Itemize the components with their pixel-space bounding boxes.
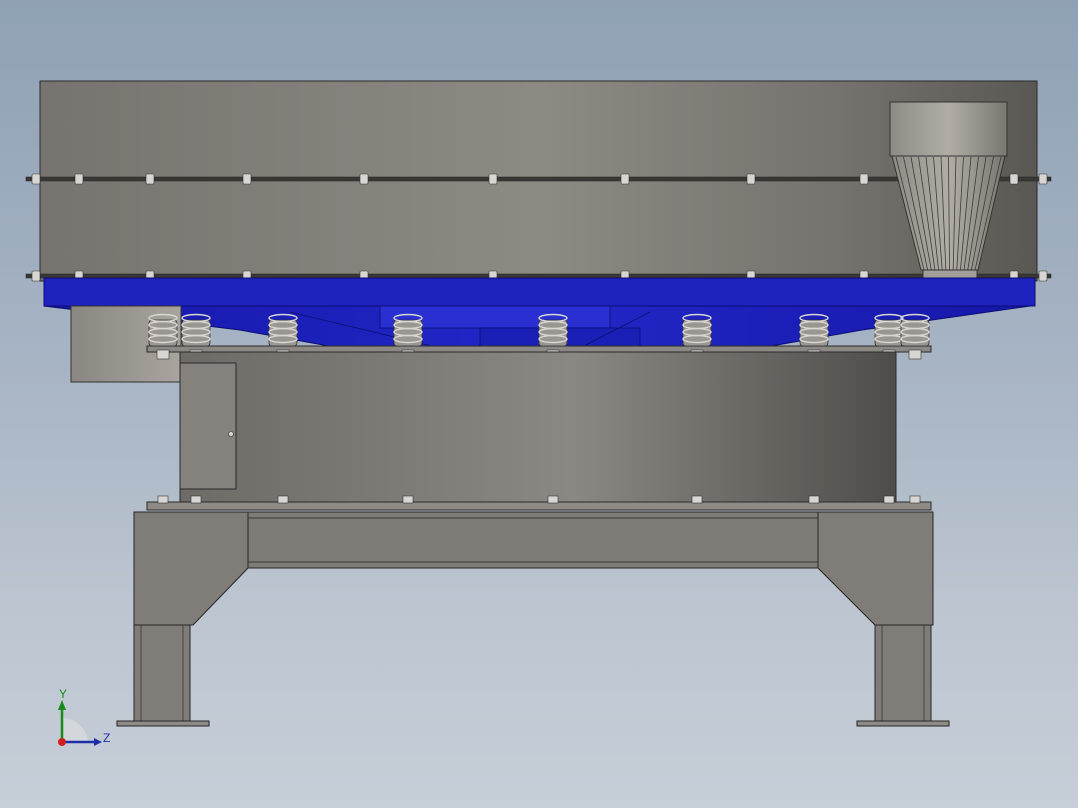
bolt: [242, 173, 252, 185]
bolt: [31, 173, 41, 185]
bolt: [859, 173, 869, 185]
bolt: [31, 270, 41, 282]
bolt: [145, 173, 155, 185]
x-axis-dot: [58, 738, 66, 746]
support-stand[interactable]: [133, 511, 934, 724]
bolt: [746, 173, 756, 185]
bolt: [277, 495, 289, 504]
bolt: [883, 495, 895, 504]
foot-plate-left[interactable]: [116, 720, 210, 727]
bolt: [157, 495, 169, 504]
access-door[interactable]: [179, 362, 237, 490]
bolt: [547, 495, 559, 504]
bolt: [190, 495, 202, 504]
bolt: [1009, 173, 1019, 185]
lower-drum[interactable]: [179, 351, 897, 503]
sieve-model[interactable]: [0, 0, 1078, 808]
y-axis-arrowhead: [58, 700, 66, 710]
bolt: [402, 495, 414, 504]
bolt: [1038, 270, 1048, 282]
triad-plane-shade: [62, 717, 88, 742]
bolt: [808, 495, 820, 504]
bolt: [1038, 173, 1048, 185]
z-axis-label: Z: [103, 731, 111, 745]
bolt: [620, 173, 630, 185]
bolt: [488, 173, 498, 185]
cad-viewport[interactable]: Y Z: [0, 0, 1078, 808]
bolt: [691, 495, 703, 504]
foot-plate-right[interactable]: [856, 720, 950, 727]
bolt: [909, 495, 921, 504]
z-axis-arrowhead: [94, 738, 102, 746]
bolt: [74, 173, 84, 185]
bolt: [359, 173, 369, 185]
y-axis-label: Y: [59, 687, 68, 701]
